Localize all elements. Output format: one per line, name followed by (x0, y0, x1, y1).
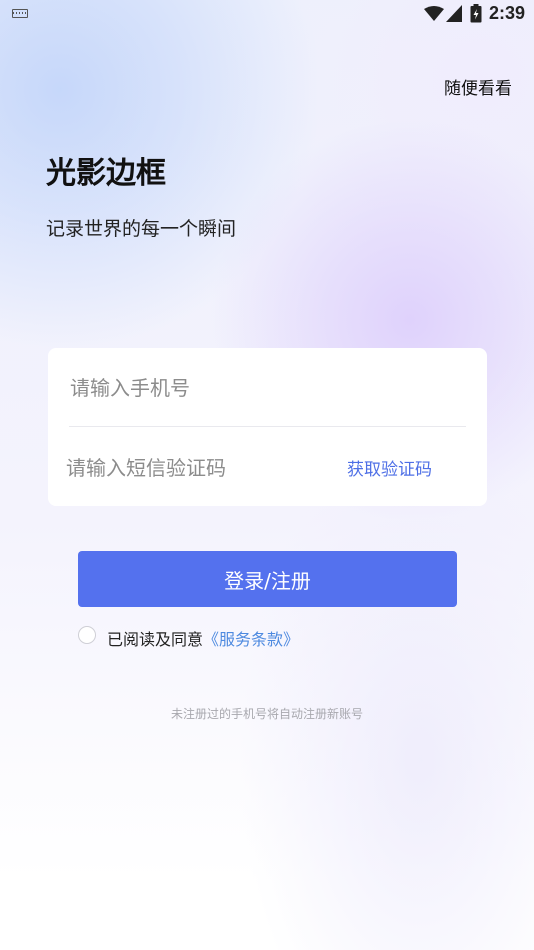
browse-skip-link[interactable]: 随便看看 (444, 74, 512, 99)
login-form-card: 获取验证码 (48, 348, 487, 506)
get-code-button[interactable]: 获取验证码 (347, 455, 432, 480)
auto-register-note: 未注册过的手机号将自动注册新账号 (170, 707, 363, 721)
signal-icon (446, 5, 462, 22)
app-title: 光影边框 (46, 156, 166, 191)
terms-of-service-link[interactable]: 《服务条款》 (203, 630, 299, 649)
battery-icon (470, 4, 482, 23)
login-register-button[interactable]: 登录/注册 (78, 551, 457, 607)
agreement-checkbox[interactable] (78, 626, 96, 644)
wifi-icon (424, 6, 444, 21)
status-bar: 2:39 (0, 0, 534, 30)
status-time: 2:39 (489, 3, 526, 23)
phone-input[interactable] (70, 366, 460, 410)
keyboard-icon (12, 9, 28, 18)
field-divider (69, 426, 466, 427)
agreement-prefix: 已阅读及同意 (107, 630, 204, 649)
agreement-text: 已阅读及同意《服务条款》 (107, 626, 299, 650)
sms-code-input[interactable] (66, 446, 326, 490)
app-slogan: 记录世界的每一个瞬间 (46, 218, 237, 240)
